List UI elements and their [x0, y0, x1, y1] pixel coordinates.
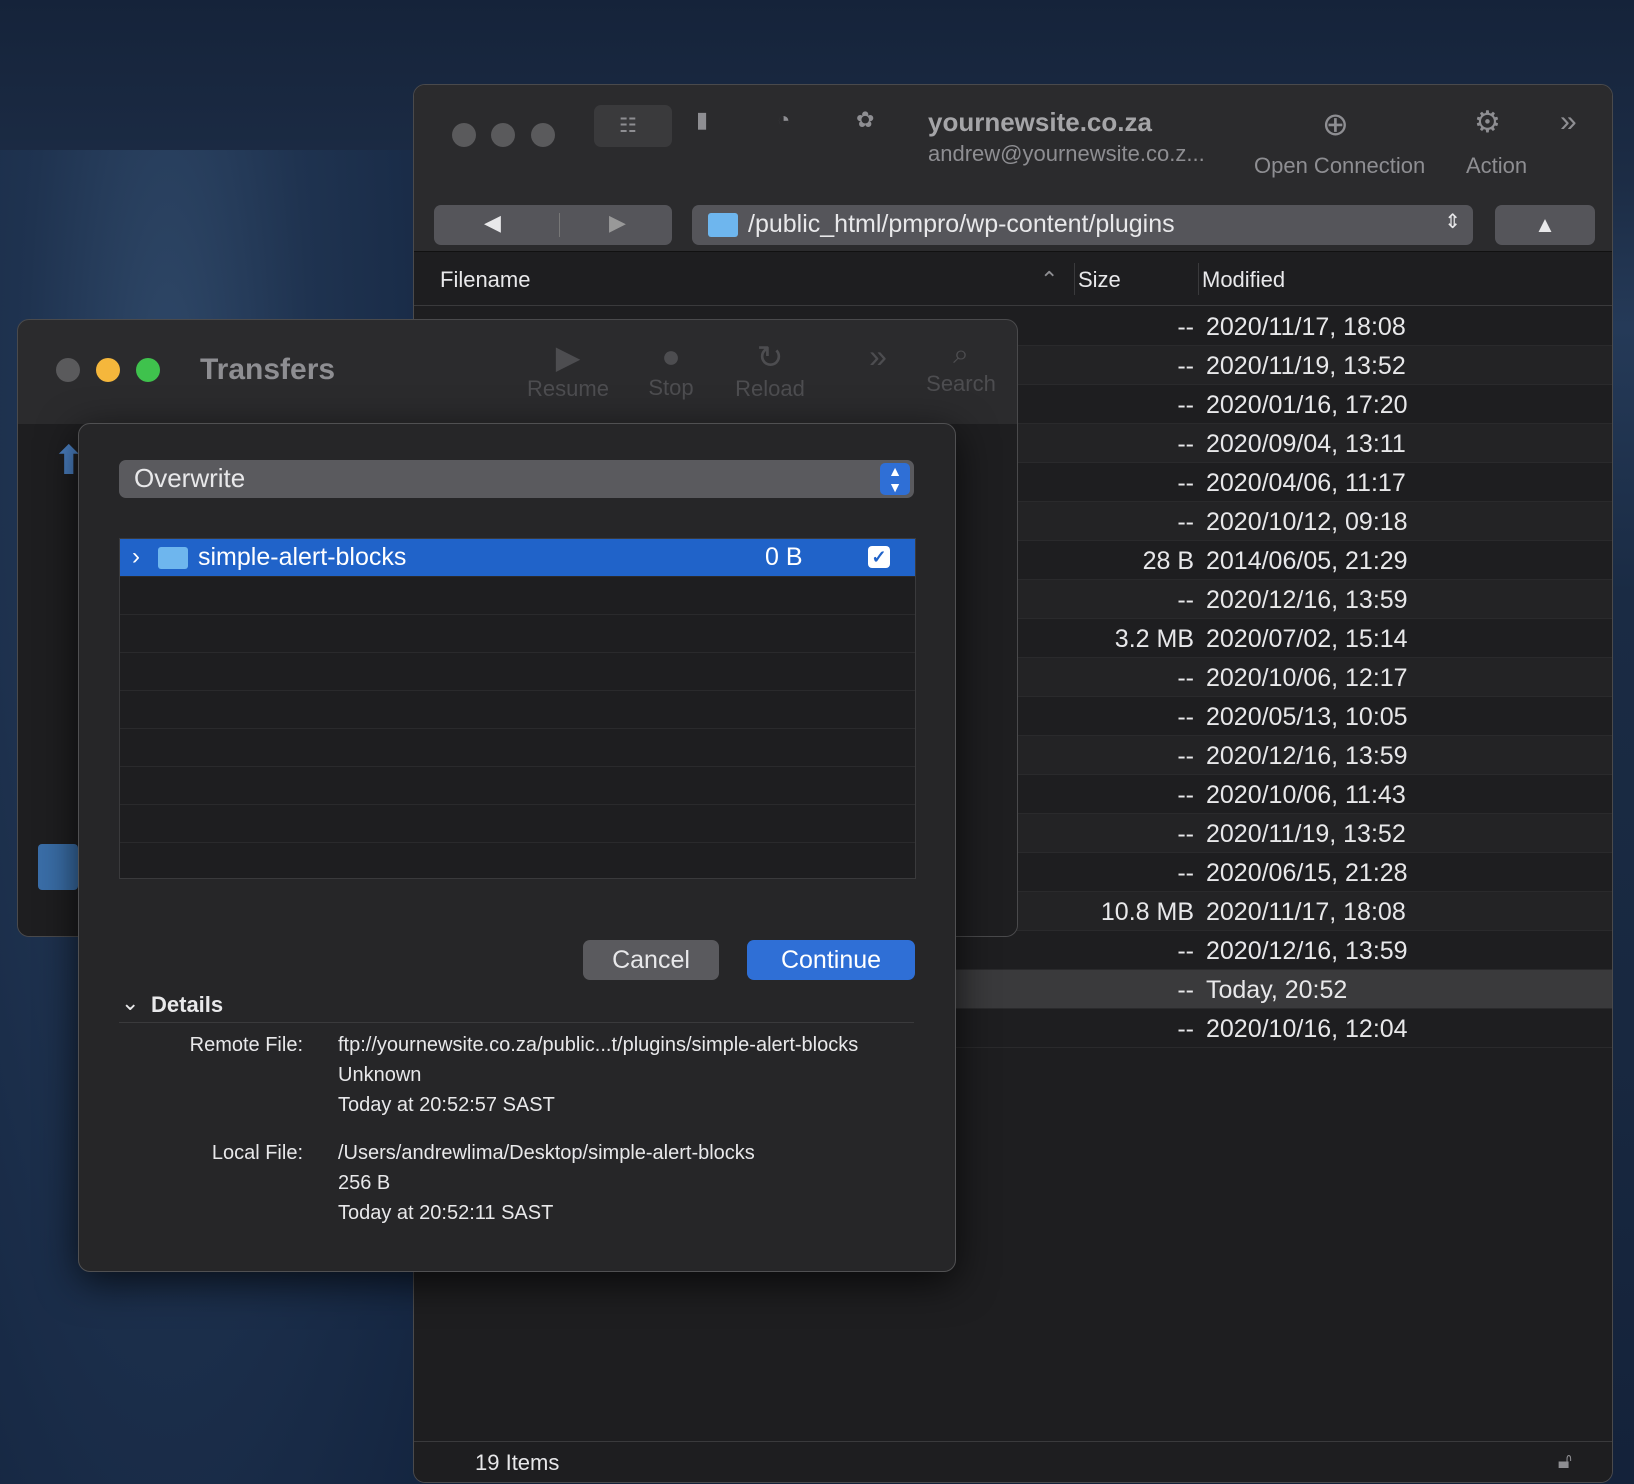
local-file-date: Today at 20:52:11 SAST	[338, 1202, 554, 1224]
folder-icon	[158, 547, 188, 569]
resume-label: Resume	[527, 376, 609, 401]
outline-icon: ☷	[619, 115, 637, 137]
updown-arrow-icon: ▲ ▼	[880, 463, 910, 495]
chevron-down-icon: ⌄	[121, 990, 140, 1015]
site-user: andrew@yournewsite.co.z...	[928, 141, 1205, 166]
action-label[interactable]: Action	[1466, 153, 1527, 179]
chevron-right-double-icon[interactable]: »	[858, 338, 898, 375]
zoom-button[interactable]	[136, 358, 160, 382]
disclosure-chevron-icon[interactable]: ›	[132, 543, 140, 571]
stop-icon: ●	[661, 338, 681, 374]
overwrite-dialog: Overwrite ▲ ▼ › simple-alert-blocks 0 B ✓…	[78, 423, 956, 1272]
bonjour-icon[interactable]: ✿	[856, 107, 874, 133]
gear-icon[interactable]: ⚙	[1474, 105, 1501, 140]
item-checkbox[interactable]: ✓	[868, 546, 890, 568]
size-header[interactable]: Size	[1078, 267, 1121, 293]
item-count: 19 Items	[475, 1450, 560, 1475]
local-file-path: /Users/andrewlima/Desktop/simple-alert-b…	[338, 1142, 755, 1164]
reload-label: Reload	[735, 376, 805, 401]
close-button[interactable]	[56, 358, 80, 382]
resume-button[interactable]: ▶ Resume	[523, 338, 613, 402]
search-button[interactable]: ⌕ Search	[921, 338, 1001, 397]
sort-ascending-icon: ⌃	[1040, 267, 1059, 292]
list-item[interactable]: › simple-alert-blocks 0 B ✓	[120, 539, 915, 577]
folder-icon	[708, 213, 738, 237]
continue-button[interactable]: Continue	[747, 940, 915, 980]
minimize-button[interactable]	[96, 358, 120, 382]
minimize-button[interactable]	[491, 123, 515, 147]
reload-icon: ↻	[756, 339, 784, 375]
modified-header[interactable]: Modified	[1202, 267, 1285, 293]
outline-view-button[interactable]: ☷	[594, 105, 672, 147]
open-connection-label[interactable]: Open Connection	[1254, 153, 1425, 179]
close-button[interactable]	[452, 123, 476, 147]
item-name: simple-alert-blocks	[198, 543, 407, 571]
column-header: Filename ⌃ Size Modified	[414, 253, 1612, 306]
details-disclosure[interactable]: ⌄ Details	[119, 984, 914, 1023]
bookmark-icon[interactable]: ▮	[696, 107, 708, 133]
stop-button[interactable]: ● Stop	[636, 338, 706, 401]
open-connection-icon[interactable]: ⊕	[1322, 105, 1349, 143]
status-bar: 19 Items 🔓︎	[414, 1441, 1612, 1482]
filename-header[interactable]: Filename	[440, 267, 530, 293]
local-file-label: Local File:	[211, 1142, 303, 1164]
folder-icon	[38, 844, 78, 890]
action-select[interactable]: Overwrite ▲ ▼	[119, 460, 914, 498]
site-title: yournewsite.co.za	[928, 107, 1152, 137]
forward-button[interactable]: ▶	[609, 210, 626, 236]
nav-buttons: ◀ ▶	[434, 205, 672, 245]
play-icon: ▶	[555, 339, 581, 375]
reload-button[interactable]: ↻ Reload	[730, 338, 810, 402]
search-label: Search	[926, 371, 996, 396]
local-file-size: 256 B	[338, 1172, 391, 1194]
back-button[interactable]: ◀	[484, 210, 501, 236]
stop-label: Stop	[648, 375, 694, 400]
search-icon: ⌕	[953, 338, 969, 369]
remote-file-size: Unknown	[338, 1064, 422, 1086]
parent-directory-button[interactable]: ▲	[1495, 205, 1595, 245]
toolbar: ☷ ▮ ◔ ✿ yournewsite.co.za andrew@yournew…	[414, 85, 1612, 252]
window-title: Transfers	[200, 353, 336, 386]
remote-file-path: ftp://yournewsite.co.za/public...t/plugi…	[338, 1034, 859, 1056]
path-selector[interactable]: /public_html/pmpro/wp-content/plugins ⇕	[692, 205, 1473, 245]
cancel-button[interactable]: Cancel	[583, 940, 719, 980]
chevron-right-double-icon[interactable]: »	[1560, 105, 1577, 139]
updown-arrow-icon: ⇕	[1444, 211, 1461, 233]
remote-file-date: Today at 20:52:57 SAST	[338, 1094, 555, 1116]
details-label: Details	[151, 992, 224, 1017]
action-select-value: Overwrite	[134, 463, 246, 493]
item-size: 0 B	[765, 543, 803, 571]
remote-file-label: Remote File:	[189, 1034, 303, 1056]
conflict-list: › simple-alert-blocks 0 B ✓	[119, 538, 916, 879]
zoom-button[interactable]	[531, 123, 555, 147]
history-icon[interactable]: ◔	[777, 107, 790, 133]
lock-icon[interactable]: 🔓︎	[1558, 1448, 1572, 1474]
path-text: /public_html/pmpro/wp-content/plugins	[748, 210, 1175, 238]
